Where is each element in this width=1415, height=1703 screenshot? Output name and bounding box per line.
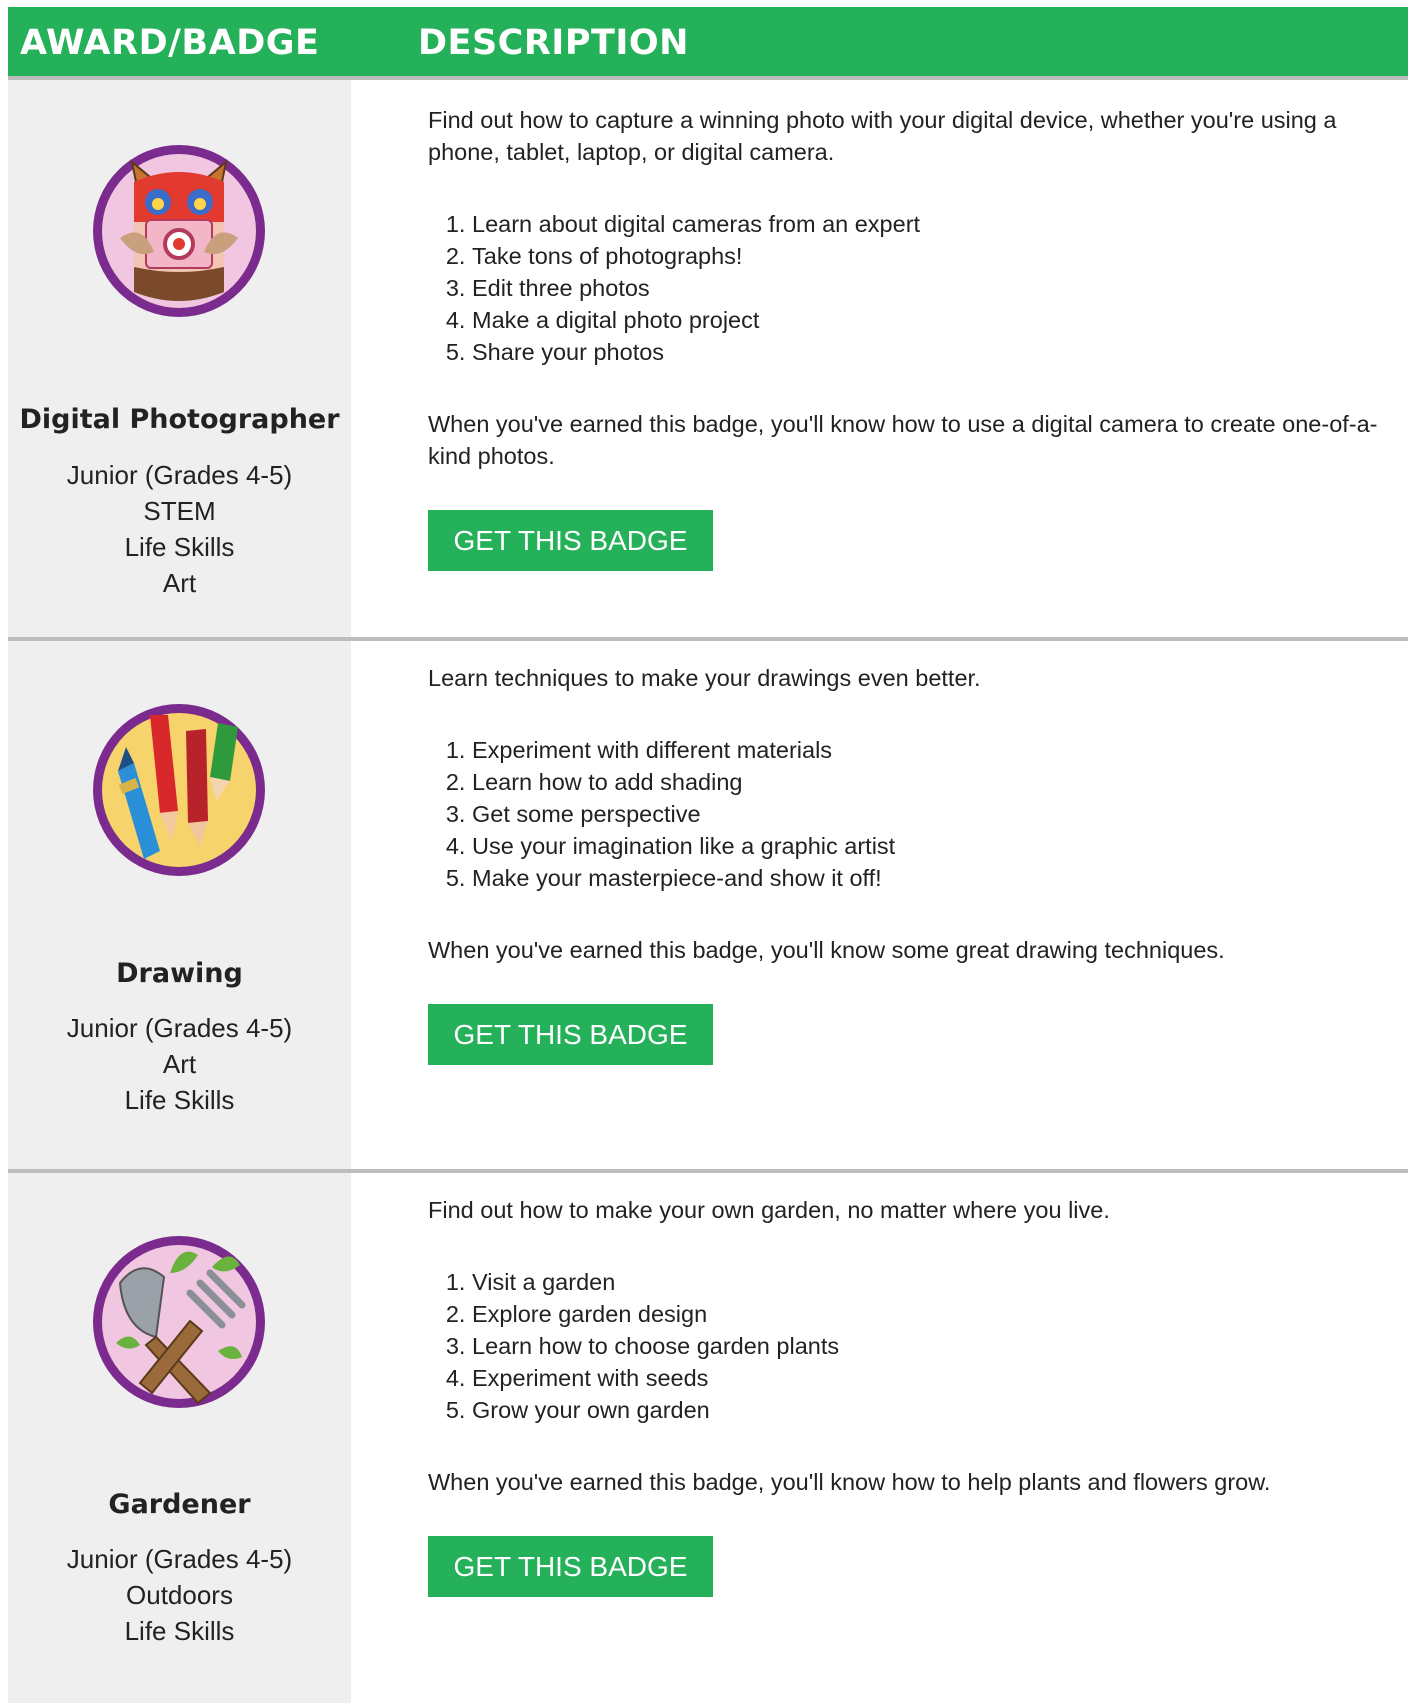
- badge-name: Drawing: [116, 958, 243, 989]
- step-item: Learn about digital cameras from an expe…: [472, 208, 1388, 240]
- step-item: Get some perspective: [472, 798, 1388, 830]
- badge-intro: Learn techniques to make your drawings e…: [428, 665, 981, 691]
- badge-categories: Junior (Grades 4-5) STEM Life Skills Art: [8, 457, 351, 601]
- badge-row-drawing: Drawing Junior (Grades 4-5) Art Life Ski…: [8, 641, 1408, 1169]
- pencils-badge-icon[interactable]: [90, 701, 268, 879]
- category-level: Junior (Grades 4-5): [66, 460, 293, 490]
- step-item: Take tons of photographs!: [472, 240, 1388, 272]
- step-item: Make your masterpiece-and show it off!: [472, 862, 1388, 894]
- category: Life Skills: [124, 1085, 235, 1115]
- category: Art: [162, 1049, 197, 1079]
- badge-steps-list: Learn about digital cameras from an expe…: [428, 208, 1388, 368]
- category: Life Skills: [124, 532, 235, 562]
- badge-name: Digital Photographer: [19, 404, 340, 435]
- badge-outcome: When you've earned this badge, you'll kn…: [428, 1469, 1271, 1495]
- get-this-badge-button[interactable]: GET THIS BADGE: [428, 1536, 713, 1597]
- badge-intro: Find out how to capture a winning photo …: [428, 107, 1337, 165]
- category: STEM: [143, 496, 216, 526]
- badge-intro: Find out how to make your own garden, no…: [428, 1197, 1110, 1223]
- category: Life Skills: [124, 1616, 235, 1646]
- badge-info-cell: Gardener Junior (Grades 4-5) Outdoors Li…: [8, 1173, 351, 1703]
- step-item: Use your imagination like a graphic arti…: [472, 830, 1388, 862]
- step-item: Visit a garden: [472, 1266, 1388, 1298]
- step-item: Share your photos: [472, 336, 1388, 368]
- camera-owl-badge-icon[interactable]: [90, 142, 268, 320]
- table-header: AWARD/BADGE DESCRIPTION: [8, 7, 1408, 76]
- category: Art: [162, 568, 197, 598]
- badge-description: Find out how to capture a winning photo …: [428, 104, 1388, 571]
- badge-info-cell: Drawing Junior (Grades 4-5) Art Life Ski…: [8, 641, 351, 1169]
- step-item: Grow your own garden: [472, 1394, 1388, 1426]
- get-this-badge-button[interactable]: GET THIS BADGE: [428, 510, 713, 571]
- step-item: Make a digital photo project: [472, 304, 1388, 336]
- badge-name: Gardener: [108, 1489, 251, 1520]
- step-item: Learn how to add shading: [472, 766, 1388, 798]
- badge-table: AWARD/BADGE DESCRIPTION Digital Photogra…: [8, 7, 1408, 1703]
- garden-tools-badge-icon[interactable]: [90, 1233, 268, 1411]
- badge-steps-list: Visit a garden Explore garden design Lea…: [428, 1266, 1388, 1426]
- step-item: Experiment with seeds: [472, 1362, 1388, 1394]
- badge-row-gardener: Gardener Junior (Grades 4-5) Outdoors Li…: [8, 1173, 1408, 1703]
- badge-description: Find out how to make your own garden, no…: [428, 1194, 1388, 1597]
- badge-description: Learn techniques to make your drawings e…: [428, 662, 1388, 1065]
- step-item: Explore garden design: [472, 1298, 1388, 1330]
- badge-row-digital-photographer: Digital Photographer Junior (Grades 4-5)…: [8, 80, 1408, 637]
- badge-categories: Junior (Grades 4-5) Art Life Skills: [8, 1010, 351, 1118]
- description-column-header: DESCRIPTION: [418, 23, 689, 63]
- get-this-badge-button[interactable]: GET THIS BADGE: [428, 1004, 713, 1065]
- step-item: Edit three photos: [472, 272, 1388, 304]
- category: Outdoors: [126, 1580, 233, 1610]
- badge-info-cell: Digital Photographer Junior (Grades 4-5)…: [8, 80, 351, 637]
- step-item: Experiment with different materials: [472, 734, 1388, 766]
- badge-outcome: When you've earned this badge, you'll kn…: [428, 411, 1378, 469]
- badge-outcome: When you've earned this badge, you'll kn…: [428, 937, 1225, 963]
- step-item: Learn how to choose garden plants: [472, 1330, 1388, 1362]
- award-badge-column-header: AWARD/BADGE: [20, 23, 320, 63]
- badge-categories: Junior (Grades 4-5) Outdoors Life Skills: [8, 1541, 351, 1649]
- category-level: Junior (Grades 4-5): [66, 1013, 293, 1043]
- category-level: Junior (Grades 4-5): [66, 1544, 293, 1574]
- badge-steps-list: Experiment with different materials Lear…: [428, 734, 1388, 894]
